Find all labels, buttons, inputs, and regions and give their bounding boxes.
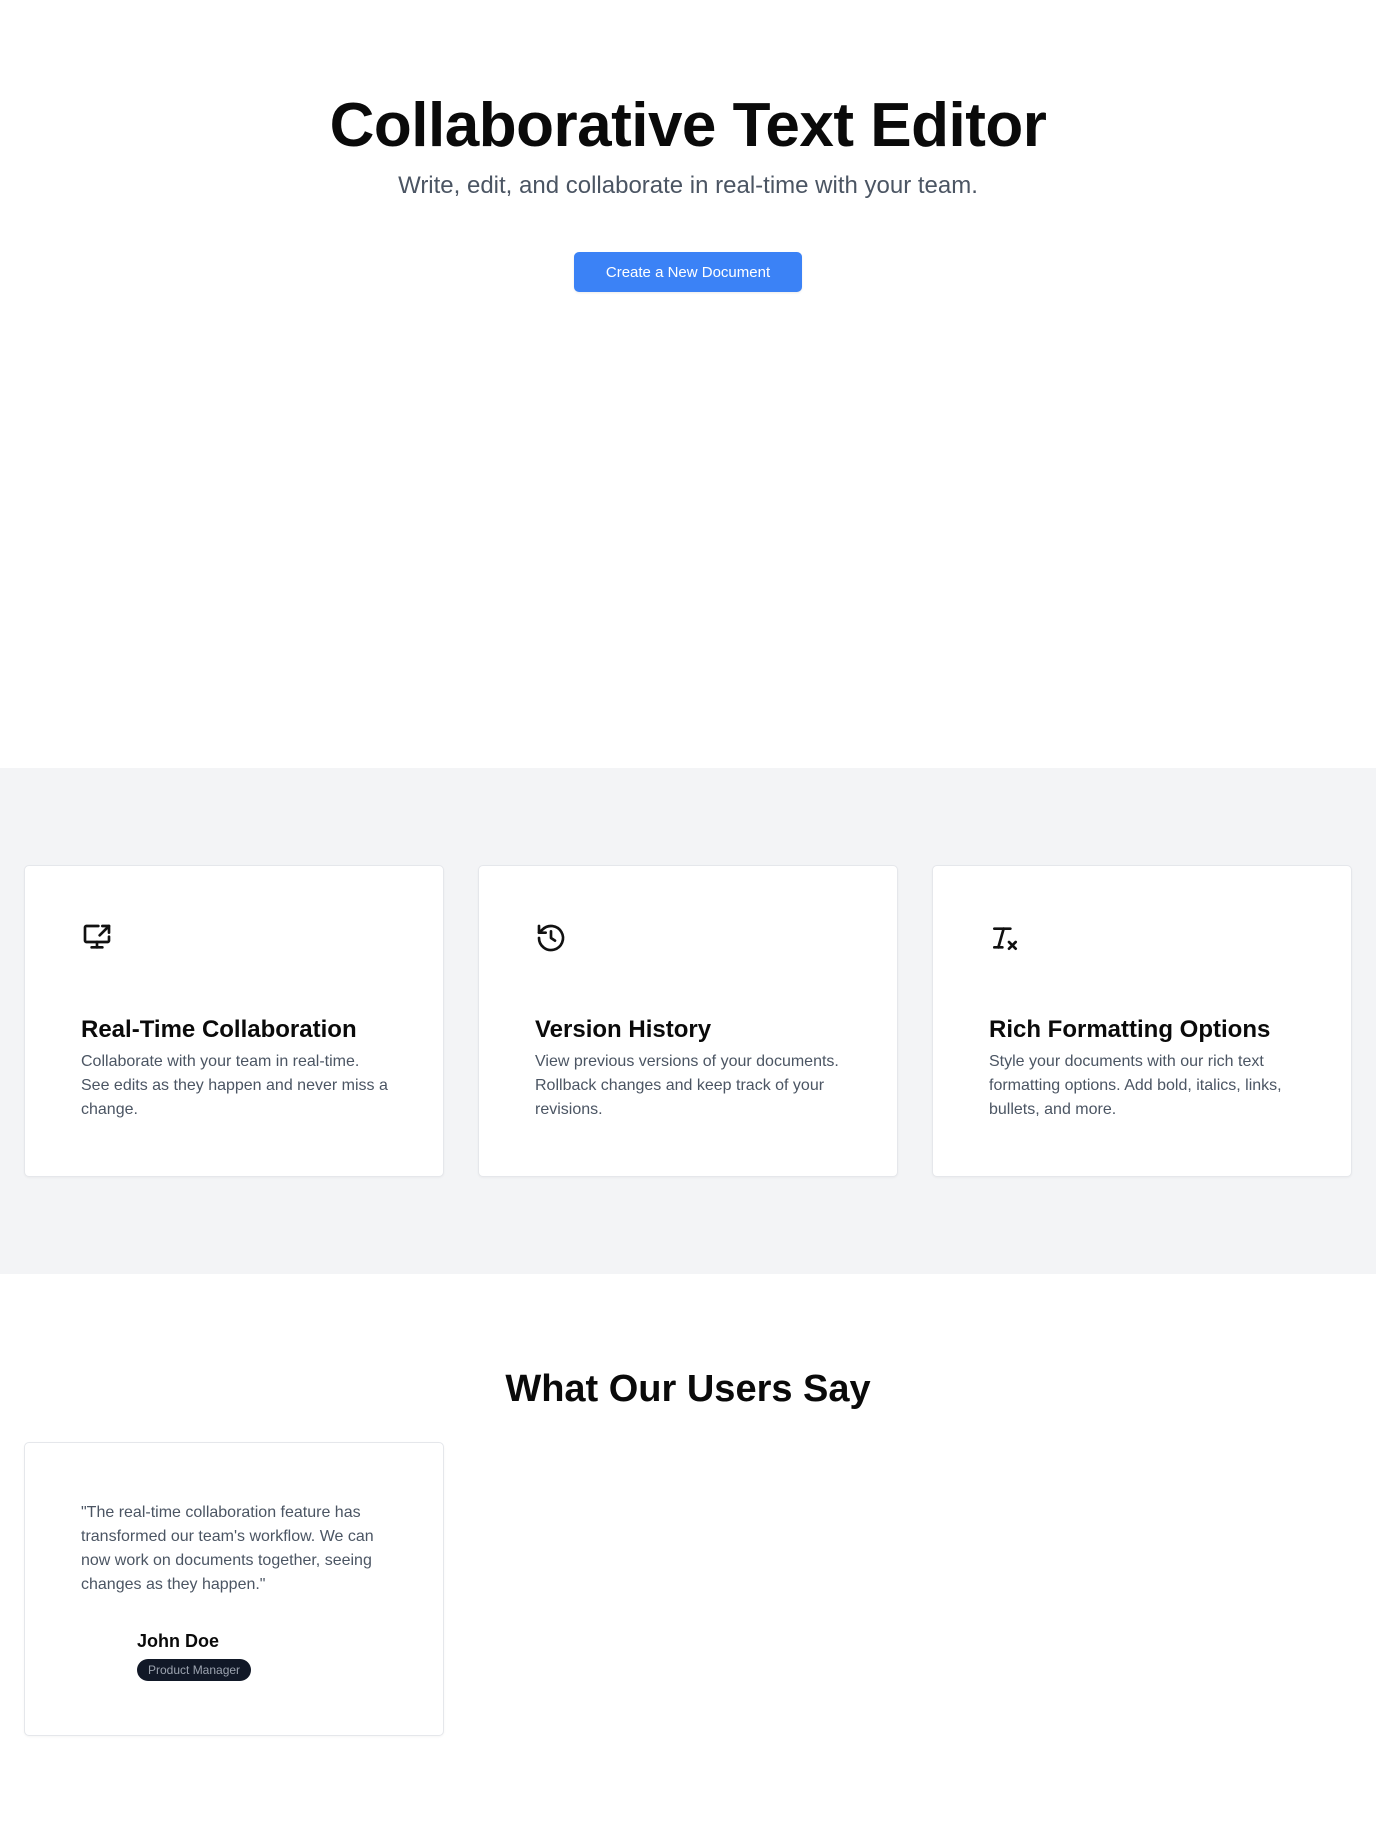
testimonials-section: What Our Users Say "The real-time collab… xyxy=(0,1274,1376,1833)
feature-card-real-time-collaboration: Real-Time Collaboration Collaborate with… xyxy=(24,865,444,1177)
feature-title: Rich Formatting Options xyxy=(989,1016,1271,1043)
hero-section: Collaborative Text Editor Write, edit, a… xyxy=(0,0,1376,768)
features-section: Real-Time Collaboration Collaborate with… xyxy=(0,768,1376,1274)
hero-title: Collaborative Text Editor xyxy=(329,91,1047,160)
testimonials-title: What Our Users Say xyxy=(505,1368,871,1410)
feature-description: Collaborate with your team in real-time.… xyxy=(81,1053,388,1118)
testimonial-card: "The real-time collaboration feature has… xyxy=(24,1442,444,1736)
testimonial-quote: "The real-time collaboration feature has… xyxy=(81,1504,374,1593)
landing-page: Collaborative Text Editor Write, edit, a… xyxy=(0,0,1376,1833)
feature-card-version-history: Version History View previous versions o… xyxy=(478,865,898,1177)
feature-description: Style your documents with our rich text … xyxy=(989,1053,1282,1118)
history-icon xyxy=(535,922,567,954)
testimonial-author-name: John Doe xyxy=(137,1631,220,1651)
hero-subtitle: Write, edit, and collaborate in real-tim… xyxy=(398,172,978,199)
testimonial-role-badge: Product Manager xyxy=(137,1659,252,1681)
create-document-button[interactable]: Create a New Document xyxy=(574,252,802,292)
feature-description: View previous versions of your documents… xyxy=(535,1053,839,1118)
monitor-share-icon xyxy=(81,922,113,954)
feature-title: Real-Time Collaboration xyxy=(81,1016,357,1043)
clear-formatting-icon xyxy=(989,922,1021,954)
feature-title: Version History xyxy=(535,1016,712,1043)
feature-card-rich-formatting: Rich Formatting Options Style your docum… xyxy=(932,865,1352,1177)
